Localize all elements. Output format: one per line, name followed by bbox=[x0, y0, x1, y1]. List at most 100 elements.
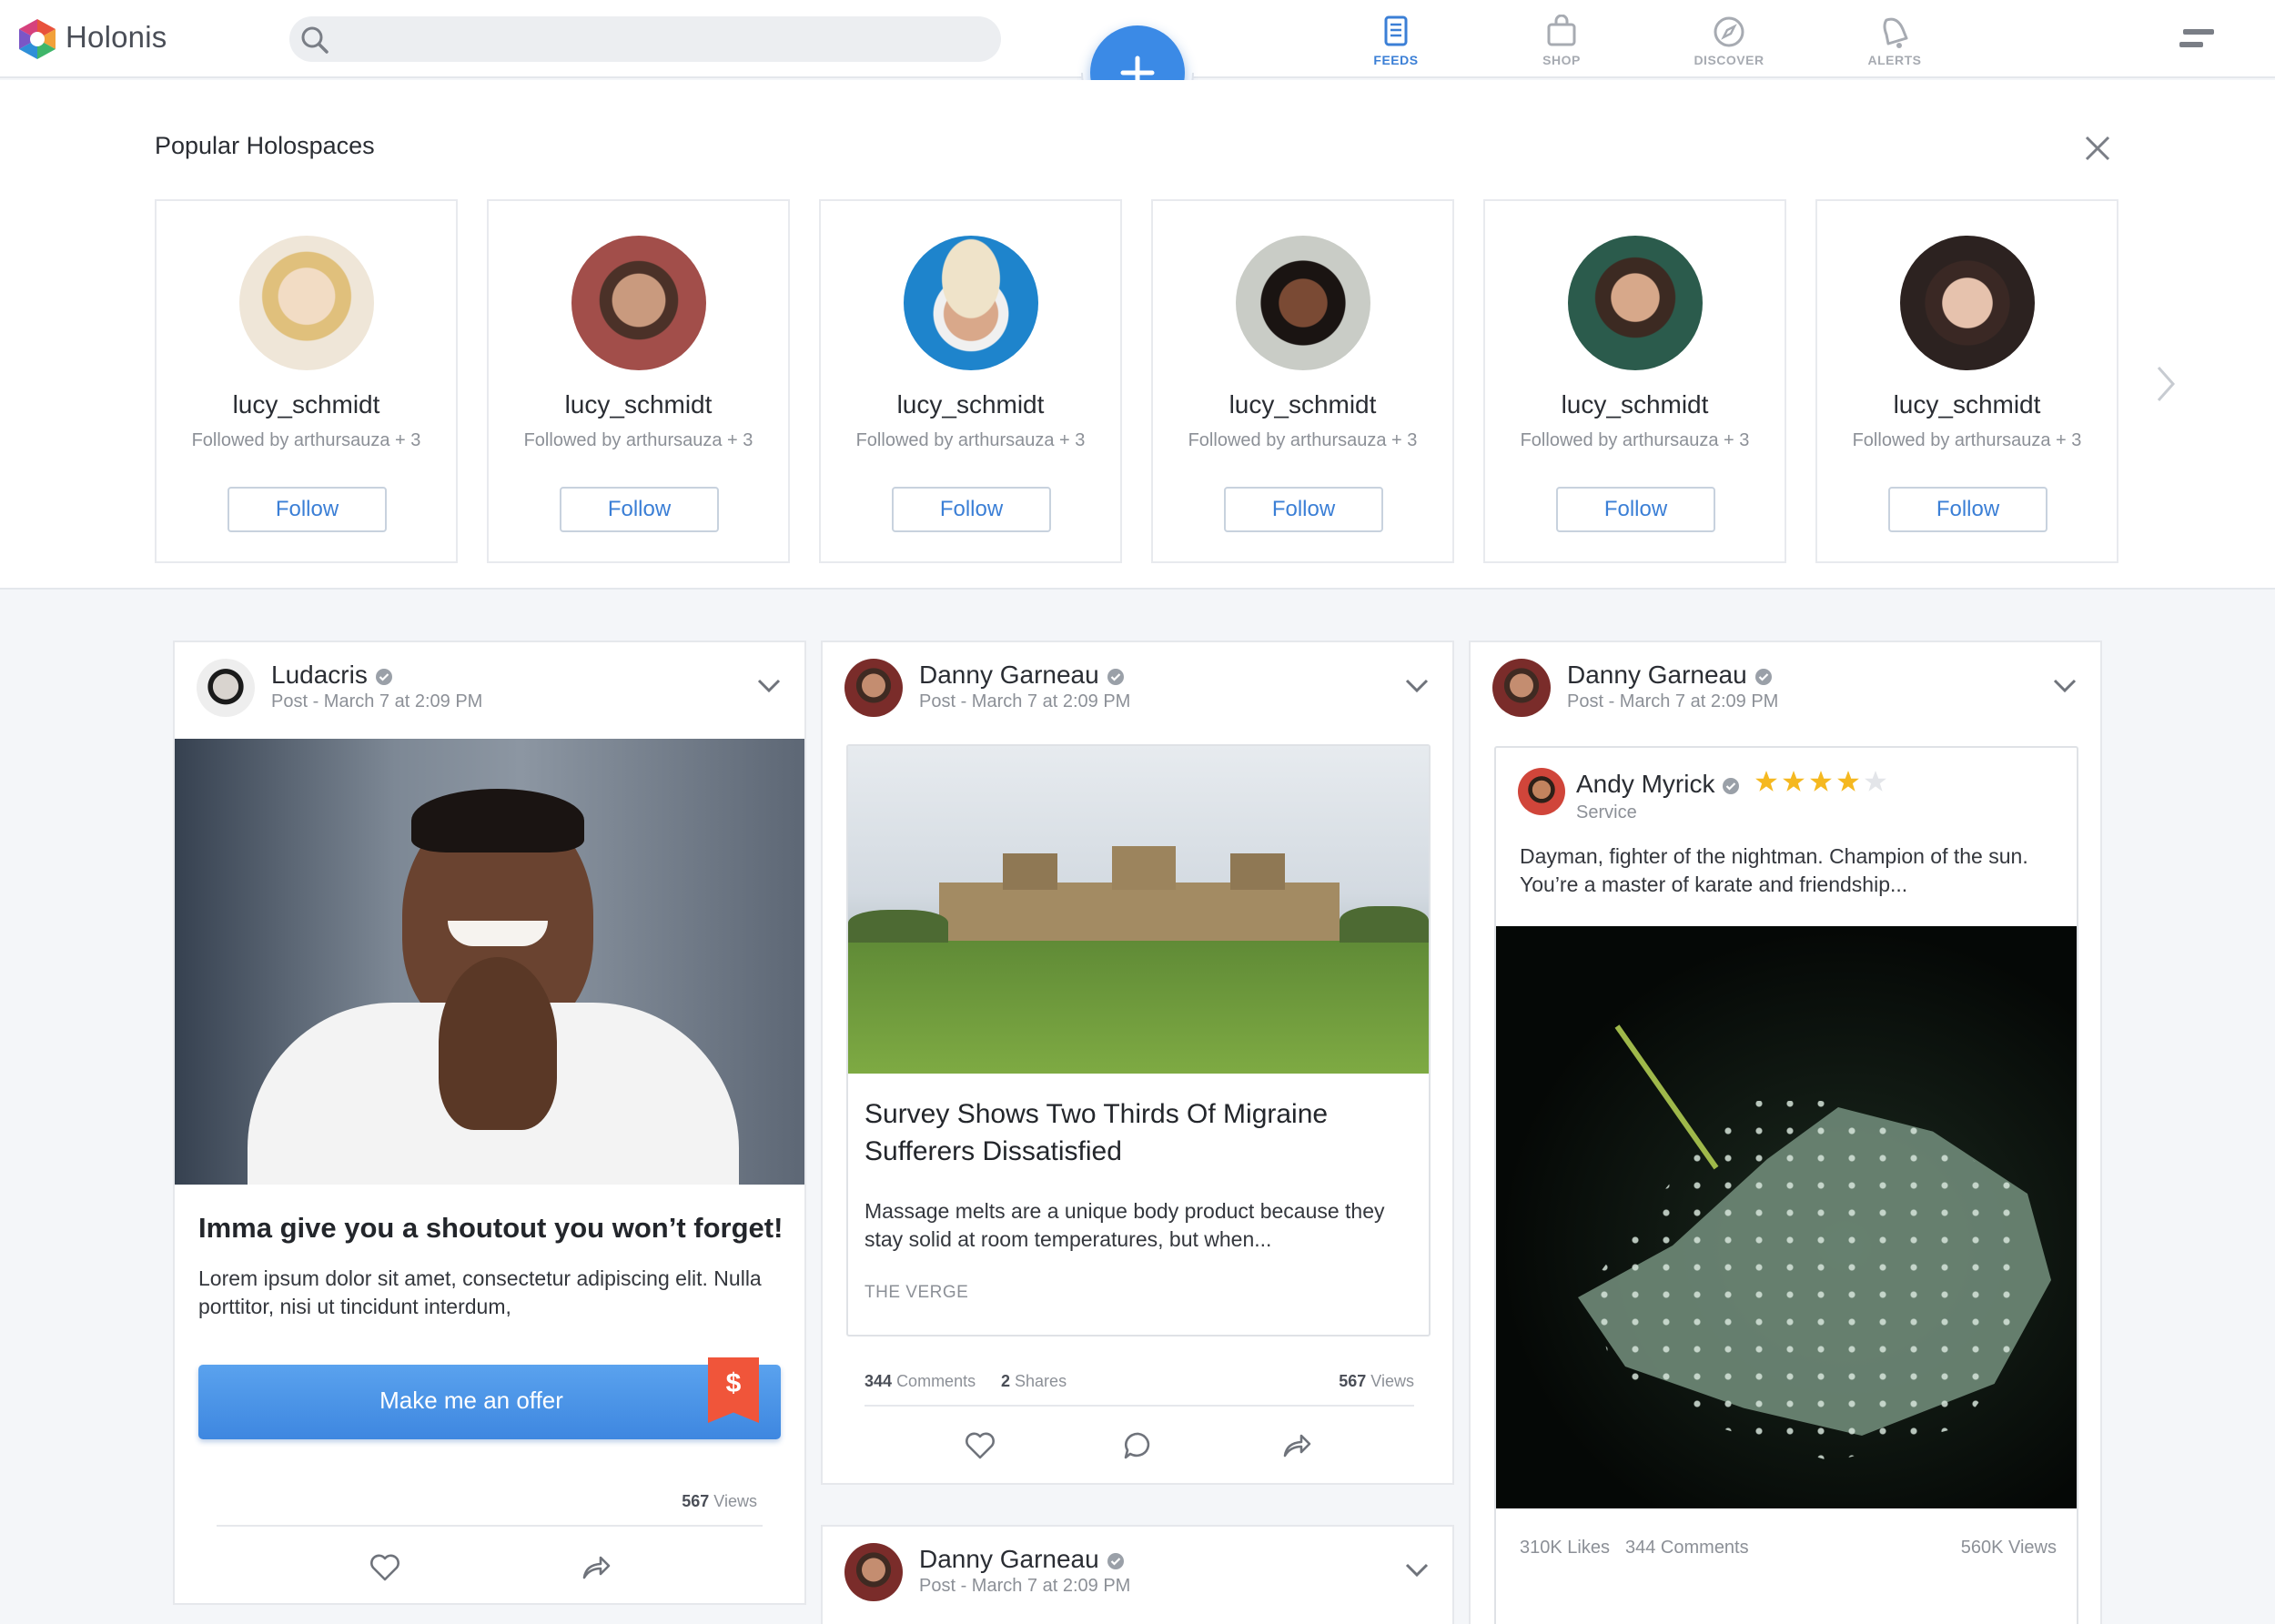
holospace-name: lucy_schmidt bbox=[1228, 390, 1377, 419]
chevron-down-icon[interactable] bbox=[2053, 679, 2077, 693]
follow-button[interactable]: Follow bbox=[1224, 487, 1383, 532]
article-source: THE VERGE bbox=[864, 1283, 969, 1302]
shares-count[interactable]: 2 Shares bbox=[1001, 1372, 1067, 1391]
heart-icon[interactable] bbox=[965, 1430, 996, 1461]
price-tag-symbol: $ bbox=[725, 1368, 742, 1398]
views-label: Views bbox=[713, 1492, 757, 1510]
holospace-name: lucy_schmidt bbox=[232, 390, 380, 419]
verified-icon bbox=[1107, 1552, 1124, 1569]
post-author[interactable]: Danny Garneau bbox=[919, 1545, 1125, 1574]
star-filled-icon bbox=[1837, 771, 1859, 792]
author-name: Danny Garneau bbox=[919, 661, 1099, 689]
holospace-card[interactable]: lucy_schmidt Followed by arthursauza + 3… bbox=[1483, 199, 1786, 563]
comments-count[interactable]: 344 Comments bbox=[864, 1372, 976, 1391]
chevron-down-icon[interactable] bbox=[757, 679, 781, 693]
comments-number: 344 bbox=[864, 1372, 893, 1390]
nav-discover[interactable]: DISCOVER bbox=[1674, 15, 1784, 69]
holonis-logo-icon[interactable] bbox=[18, 18, 56, 60]
feed-post-card: Danny Garneau Post - March 7 at 2:09 PM … bbox=[1469, 641, 2102, 1624]
app-name: Holonis bbox=[66, 20, 167, 54]
holospace-card[interactable]: lucy_schmidt Followed by arthursauza + 3… bbox=[1815, 199, 2118, 563]
nav-shop[interactable]: SHOP bbox=[1507, 15, 1616, 69]
section-title: Popular Holospaces bbox=[155, 132, 375, 159]
followed-by: Followed by arthursauza + 3 bbox=[523, 430, 753, 450]
follow-button[interactable]: Follow bbox=[228, 487, 387, 532]
chevron-down-icon[interactable] bbox=[1405, 1563, 1429, 1578]
follow-button[interactable]: Follow bbox=[892, 487, 1051, 532]
shares-number: 2 bbox=[1001, 1372, 1011, 1390]
star-empty-icon bbox=[1865, 771, 1886, 792]
comments-label: Comments bbox=[896, 1372, 976, 1390]
post-meta: Post - March 7 at 2:09 PM bbox=[271, 691, 483, 711]
share-icon[interactable] bbox=[1281, 1430, 1312, 1461]
post-author[interactable]: Ludacris bbox=[271, 661, 393, 690]
post-image[interactable] bbox=[175, 739, 804, 1185]
chevron-right-icon[interactable] bbox=[2155, 364, 2177, 404]
avatar bbox=[571, 236, 706, 370]
share-icon[interactable] bbox=[581, 1552, 612, 1583]
avatar[interactable] bbox=[844, 1543, 903, 1601]
comment-icon[interactable] bbox=[1123, 1430, 1154, 1461]
comments-count[interactable]: 344 Comments bbox=[1625, 1538, 1749, 1558]
make-offer-label: Make me an offer bbox=[379, 1387, 563, 1414]
feeds-icon bbox=[1384, 15, 1408, 46]
holospace-card[interactable]: lucy_schmidt Followed by arthursauza + 3… bbox=[487, 199, 790, 563]
heart-icon[interactable] bbox=[369, 1552, 400, 1583]
shop-icon bbox=[1547, 15, 1576, 46]
star-filled-icon bbox=[1755, 771, 1777, 792]
post-image bbox=[1496, 926, 2077, 1508]
star-filled-icon bbox=[1783, 771, 1805, 792]
avatar bbox=[904, 236, 1038, 370]
reviewer-avatar[interactable] bbox=[1518, 768, 1565, 815]
likes-count[interactable]: 310K Likes bbox=[1520, 1538, 1610, 1558]
divider bbox=[864, 1405, 1414, 1407]
views-count: 560K Views bbox=[1960, 1538, 2057, 1558]
follow-button[interactable]: Follow bbox=[560, 487, 719, 532]
follow-button[interactable]: Follow bbox=[1556, 487, 1715, 532]
post-meta: Post - March 7 at 2:09 PM bbox=[919, 691, 1131, 711]
search-icon bbox=[300, 25, 329, 55]
verified-icon bbox=[1754, 668, 1772, 685]
holospace-card[interactable]: lucy_schmidt Followed by arthursauza + 3… bbox=[1151, 199, 1454, 563]
search-input[interactable] bbox=[289, 16, 1001, 62]
article-preview[interactable]: Survey Shows Two Thirds Of Migraine Suff… bbox=[846, 744, 1431, 1337]
make-offer-button[interactable]: Make me an offer $ bbox=[198, 1357, 781, 1439]
followed-by: Followed by arthursauza + 3 bbox=[1852, 430, 2082, 450]
followed-by: Followed by arthursauza + 3 bbox=[1520, 430, 1750, 450]
article-headline: Survey Shows Two Thirds Of Migraine Suff… bbox=[864, 1099, 1329, 1166]
views-count: 567 Views bbox=[539, 1492, 757, 1511]
followed-by: Followed by arthursauza + 3 bbox=[855, 430, 1086, 450]
feed-post-card: Ludacris Post - March 7 at 2:09 PM Imma … bbox=[173, 641, 806, 1605]
search-field[interactable] bbox=[342, 16, 979, 62]
post-author[interactable]: Danny Garneau bbox=[919, 661, 1125, 690]
avatar bbox=[1236, 236, 1370, 370]
nav-label: DISCOVER bbox=[1694, 53, 1764, 67]
discover-icon bbox=[1714, 16, 1744, 47]
star-rating bbox=[1754, 770, 1887, 797]
follow-button[interactable]: Follow bbox=[1888, 487, 2048, 532]
review-card[interactable]: Andy Myrick Service Dayman, fighter of t… bbox=[1494, 746, 2078, 1624]
followed-by: Followed by arthursauza + 3 bbox=[1188, 430, 1418, 450]
shares-label: Shares bbox=[1015, 1372, 1067, 1390]
reviewer[interactable]: Andy Myrick bbox=[1576, 770, 1740, 799]
nav-alerts[interactable]: ALERTS bbox=[1840, 15, 1949, 69]
followed-by: Followed by arthursauza + 3 bbox=[191, 430, 421, 450]
post-headline: Imma give you a shoutout you won’t forge… bbox=[198, 1212, 784, 1244]
nav-feeds[interactable]: FEEDS bbox=[1341, 15, 1451, 69]
verified-icon bbox=[375, 668, 392, 685]
holospace-card[interactable]: lucy_schmidt Followed by arthursauza + 3… bbox=[819, 199, 1122, 563]
post-body: Lorem ipsum dolor sit amet, consectetur … bbox=[198, 1266, 762, 1318]
review-category: Service bbox=[1576, 802, 1637, 822]
avatar[interactable] bbox=[844, 659, 903, 717]
nav-label: FEEDS bbox=[1373, 53, 1419, 67]
holospace-name: lucy_schmidt bbox=[896, 390, 1045, 419]
post-author[interactable]: Danny Garneau bbox=[1567, 661, 1773, 690]
avatar[interactable] bbox=[197, 659, 255, 717]
chevron-down-icon[interactable] bbox=[1405, 679, 1429, 693]
close-icon[interactable] bbox=[2084, 135, 2111, 162]
menu-icon[interactable] bbox=[2179, 25, 2216, 53]
views-label: Views bbox=[1370, 1372, 1414, 1390]
holospace-card[interactable]: lucy_schmidt Followed by arthursauza + 3… bbox=[155, 199, 458, 563]
views-number: 567 bbox=[1339, 1372, 1367, 1390]
avatar[interactable] bbox=[1492, 659, 1551, 717]
